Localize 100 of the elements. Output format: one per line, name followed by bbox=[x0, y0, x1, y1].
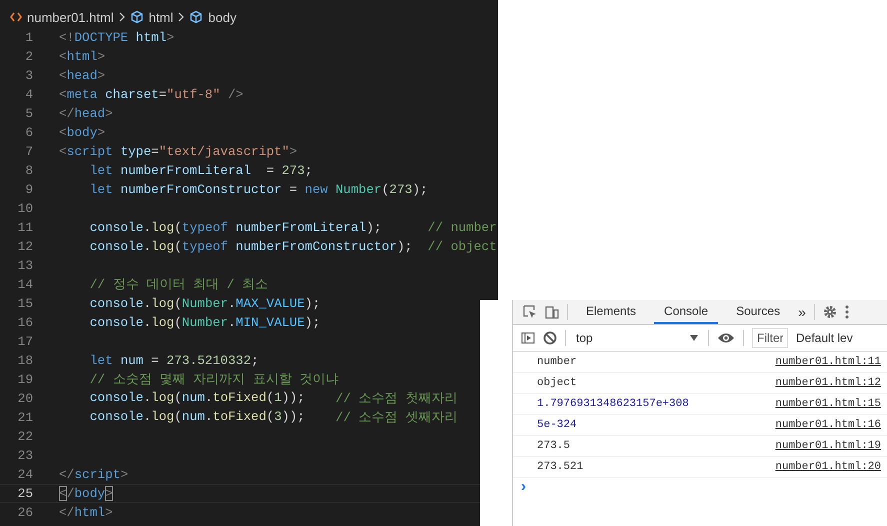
code-token: script bbox=[66, 144, 113, 159]
code-token: toFixed bbox=[212, 409, 266, 426]
console-message: 273.521 bbox=[537, 461, 584, 473]
more-options-icon[interactable] bbox=[844, 305, 849, 319]
line-number: 7 bbox=[24, 144, 33, 159]
line-number: 26 bbox=[16, 505, 33, 520]
code-token: ( bbox=[174, 220, 182, 235]
code-token: . bbox=[143, 409, 152, 426]
source-link[interactable]: number01.html:11 bbox=[775, 356, 881, 368]
code-token: = bbox=[288, 182, 298, 197]
code-token: /> bbox=[226, 87, 244, 102]
code-token: numberFromLiteral bbox=[234, 220, 366, 235]
code-token: script bbox=[74, 467, 120, 482]
code-token: num bbox=[119, 353, 144, 368]
code-token: . bbox=[143, 296, 152, 311]
source-link[interactable]: number01.html:16 bbox=[775, 419, 881, 431]
code-token: . bbox=[228, 315, 236, 330]
code-token: // number bbox=[428, 220, 497, 235]
devtools-tab[interactable]: Elements bbox=[576, 300, 646, 324]
line-number: 15 bbox=[16, 296, 33, 311]
settings-icon[interactable] bbox=[822, 305, 837, 319]
code-token: ( bbox=[174, 409, 182, 426]
code-token: ( bbox=[266, 390, 274, 407]
source-link[interactable]: number01.html:20 bbox=[775, 461, 881, 473]
code-token: head bbox=[74, 106, 106, 121]
code-token: head bbox=[66, 68, 98, 83]
line-number: 5 bbox=[24, 106, 33, 121]
line-number: 17 bbox=[16, 334, 33, 349]
source-link[interactable]: number01.html:12 bbox=[775, 377, 881, 389]
code-token: MIN_VALUE bbox=[236, 315, 305, 330]
code-token: </ bbox=[59, 467, 74, 482]
cube-icon bbox=[189, 10, 204, 24]
line-number: 10 bbox=[16, 201, 33, 216]
code-token: log bbox=[151, 390, 174, 407]
line-number: 11 bbox=[16, 220, 33, 235]
code-token: = bbox=[150, 353, 160, 368]
code-token: / bbox=[66, 486, 74, 501]
code-token: < bbox=[59, 144, 67, 159]
code-token: > bbox=[120, 467, 128, 482]
code-token: typeof bbox=[182, 239, 228, 254]
line-number: 22 bbox=[16, 429, 33, 444]
code-token: log bbox=[151, 239, 174, 254]
console-prompt[interactable]: › bbox=[513, 478, 526, 496]
code-token: 273.5210332 bbox=[166, 353, 252, 368]
code-token: > bbox=[105, 486, 113, 501]
line-number: 14 bbox=[16, 277, 33, 292]
inspect-icon[interactable] bbox=[523, 305, 537, 319]
code-token: ( bbox=[266, 409, 274, 426]
code-token: type bbox=[119, 144, 152, 159]
code-token: console bbox=[88, 296, 144, 311]
devtools-tab[interactable]: Sources bbox=[726, 300, 790, 324]
cube-icon bbox=[130, 10, 144, 24]
source-link[interactable]: number01.html:15 bbox=[775, 398, 881, 410]
clear-icon[interactable] bbox=[543, 331, 557, 345]
sidebar-toggle-icon[interactable] bbox=[521, 331, 535, 345]
eye-icon[interactable] bbox=[717, 332, 735, 344]
code-token: log bbox=[151, 409, 174, 426]
code-token: < bbox=[59, 49, 67, 64]
code-token: console bbox=[88, 315, 144, 330]
devtools-tab[interactable]: Console bbox=[654, 300, 718, 324]
line-number: 4 bbox=[24, 87, 33, 102]
line-number: 3 bbox=[24, 68, 33, 83]
chevron-icon bbox=[118, 12, 125, 22]
code-token: num bbox=[182, 390, 205, 407]
code-token: // object bbox=[428, 239, 497, 254]
line-number: 21 bbox=[16, 410, 33, 425]
log-levels-dropdown[interactable]: Default lev bbox=[796, 331, 853, 345]
breadcrumb-item[interactable]: number01.html bbox=[27, 10, 114, 24]
code-token: ; bbox=[304, 163, 312, 178]
code-token: numberFromConstructor bbox=[234, 239, 397, 254]
code-token: log bbox=[151, 315, 174, 330]
source-link[interactable]: number01.html:19 bbox=[775, 440, 881, 452]
code-token: // 정수 데이터 최대 / 최소 bbox=[88, 276, 268, 293]
breadcrumb-item[interactable]: html bbox=[148, 10, 174, 24]
code-token: > bbox=[97, 125, 106, 140]
code-token: ( bbox=[174, 390, 182, 407]
code-token: console bbox=[88, 239, 144, 254]
code-token: < bbox=[59, 68, 67, 83]
code-token: </ bbox=[59, 106, 74, 121]
code-token: numberFromConstructor bbox=[119, 182, 282, 197]
line-number: 20 bbox=[16, 391, 33, 406]
code-token: < bbox=[59, 87, 67, 102]
code-token: "utf-8" bbox=[166, 87, 220, 102]
code-token: DOCTYPE bbox=[74, 30, 128, 45]
line-number: 6 bbox=[24, 125, 33, 140]
line-number: 24 bbox=[16, 467, 33, 482]
line-number: 12 bbox=[16, 239, 33, 254]
line-number: 9 bbox=[24, 182, 33, 197]
device-icon[interactable] bbox=[545, 305, 559, 319]
code-token: html bbox=[134, 30, 167, 45]
code-token: ); bbox=[396, 239, 414, 254]
code-token: 273 bbox=[282, 163, 305, 178]
code-token: . bbox=[204, 390, 213, 407]
code-token: . bbox=[143, 315, 152, 330]
context-dropdown[interactable]: top bbox=[574, 331, 700, 345]
code-token: < bbox=[59, 125, 67, 140]
breadcrumb-item[interactable]: body bbox=[208, 10, 236, 24]
code-token: log bbox=[151, 220, 174, 235]
more-tabs-button[interactable]: » bbox=[798, 304, 806, 320]
code-token: toFixed bbox=[212, 390, 266, 407]
